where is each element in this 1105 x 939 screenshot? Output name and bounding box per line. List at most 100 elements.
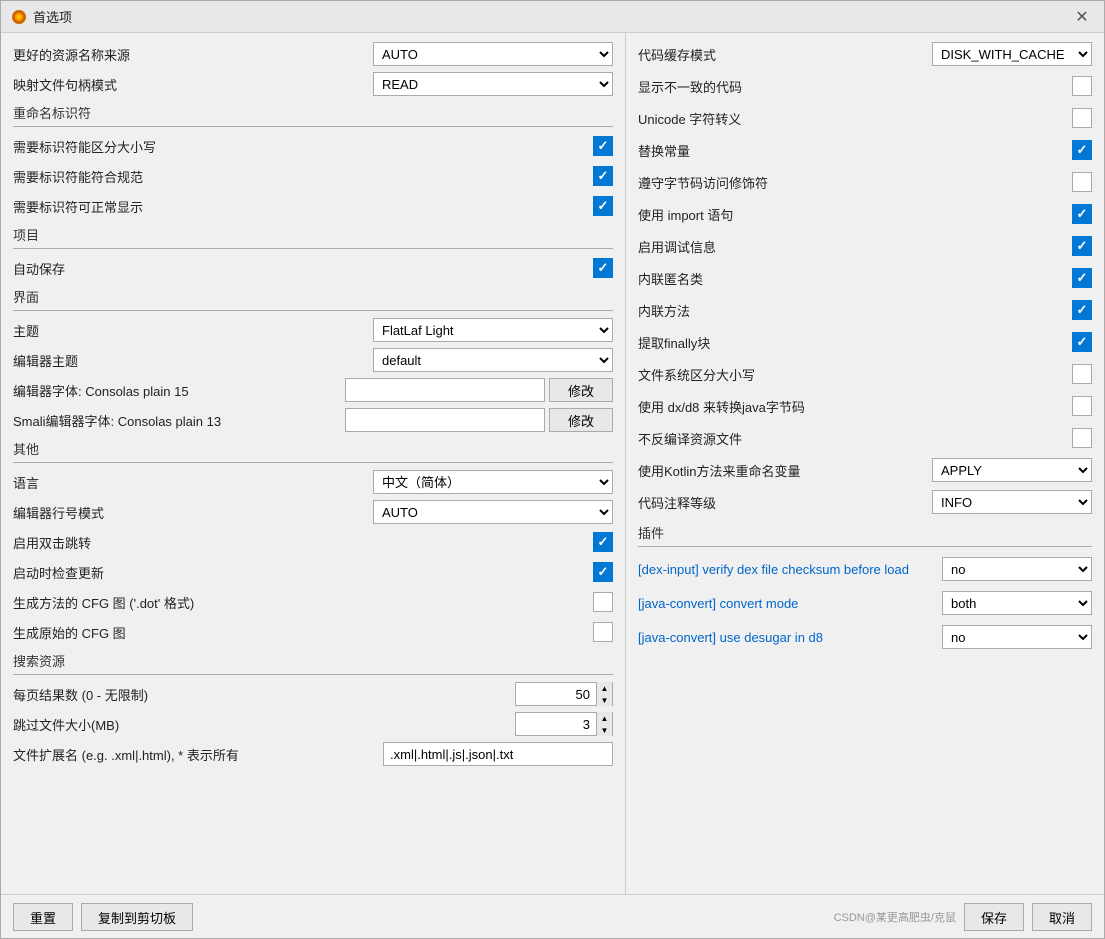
results-per-page-label: 每页结果数 (0 - 无限制) [13, 685, 193, 704]
cfg-raw-label: 生成原始的 CFG 图 [13, 623, 313, 642]
dex-input-label: [dex-input] verify dex file checksum bef… [638, 562, 942, 577]
debug-info-checkbox[interactable] [1072, 236, 1092, 256]
code-comment-row: 代码注释等级 INFO DEBUG WARN [638, 489, 1092, 515]
results-per-page-up[interactable]: ▲ [596, 682, 612, 694]
footer-left: 重置 复制到剪切板 [13, 903, 193, 931]
replace-const-label: 替换常量 [638, 141, 1072, 160]
editor-line-mode-label: 编辑器行号模式 [13, 503, 193, 522]
use-dx-control [1072, 396, 1092, 416]
auto-save-checkbox[interactable] [593, 258, 613, 278]
resource-name-source-select[interactable]: AUTO [373, 42, 613, 66]
fs-case-checkbox[interactable] [1072, 364, 1092, 384]
close-button[interactable]: ✕ [1070, 5, 1094, 29]
cfg-dot-row: 生成方法的 CFG 图 ('.dot' 格式) [13, 589, 613, 615]
cfg-raw-row: 生成原始的 CFG 图 [13, 619, 613, 645]
language-select[interactable]: 中文（简体） English [373, 470, 613, 494]
kotlin-rename-control: APPLY NEVER ALWAYS [932, 458, 1092, 482]
replace-const-checkbox[interactable] [1072, 140, 1092, 160]
results-per-page-input[interactable] [516, 683, 596, 705]
java-convert-desugar-label: [java-convert] use desugar in d8 [638, 630, 942, 645]
copy-button[interactable]: 复制到剪切板 [81, 903, 193, 931]
theme-label: 主题 [13, 321, 193, 340]
double-click-checkbox[interactable] [593, 532, 613, 552]
plugins-section-label: 插件 [638, 523, 1092, 542]
no-decompile-row: 不反编译资源文件 [638, 425, 1092, 451]
map-file-mode-select[interactable]: READ [373, 72, 613, 96]
no-decompile-control [1072, 428, 1092, 448]
fs-case-label: 文件系统区分大小写 [638, 365, 1072, 384]
use-import-row: 使用 import 语句 [638, 201, 1092, 227]
editor-line-mode-select[interactable]: AUTO RELATIVE NORMAL [373, 500, 613, 524]
code-cache-select[interactable]: DISK_WITH_CACHE MEMORY DISK [932, 42, 1092, 66]
skip-file-down[interactable]: ▼ [596, 724, 612, 736]
project-section-label: 项目 [13, 225, 613, 244]
unicode-escape-checkbox[interactable] [1072, 108, 1092, 128]
code-comment-select[interactable]: INFO DEBUG WARN [932, 490, 1092, 514]
rename-section-label: 重命名标识符 [13, 103, 613, 122]
skip-file-label: 跳过文件大小(MB) [13, 715, 193, 734]
java-convert-desugar-select[interactable]: no yes [942, 625, 1092, 649]
map-file-mode-row: 映射文件句柄模式 READ [13, 71, 613, 97]
reset-button[interactable]: 重置 [13, 903, 73, 931]
resource-name-source-row: 更好的资源名称来源 AUTO [13, 41, 613, 67]
footer-right: CSDN@某更高肥虫/克鼠 保存 取消 [834, 903, 1092, 931]
dex-input-select[interactable]: no yes [942, 557, 1092, 581]
preferences-window: 首选项 ✕ 更好的资源名称来源 AUTO 映射文件句柄模式 READ [0, 0, 1105, 939]
startup-check-label: 启动时检查更新 [13, 563, 313, 582]
unicode-escape-control [1072, 108, 1092, 128]
no-decompile-checkbox[interactable] [1072, 428, 1092, 448]
java-convert-desugar-control: no yes [942, 625, 1092, 649]
search-section-label: 搜索资源 [13, 651, 613, 670]
skip-file-up[interactable]: ▲ [596, 712, 612, 724]
show-inconsistent-row: 显示不一致的代码 [638, 73, 1092, 99]
code-cache-label: 代码缓存模式 [638, 45, 932, 64]
cfg-raw-checkbox[interactable] [593, 622, 613, 642]
java-convert-desugar-row: [java-convert] use desugar in d8 no yes [638, 623, 1092, 651]
rename-case-value [313, 136, 613, 156]
theme-row: 主题 FlatLaf Light FlatLaf Dark System [13, 317, 613, 343]
map-file-mode-value: READ [193, 72, 613, 96]
editor-theme-select[interactable]: default monokai [373, 348, 613, 372]
app-icon [11, 9, 27, 25]
rename-conform-row: 需要标识符能符合规范 [13, 163, 613, 189]
smali-font-btn[interactable]: 修改 [549, 408, 613, 432]
auto-save-label: 自动保存 [13, 259, 313, 278]
editor-theme-label: 编辑器主题 [13, 351, 193, 370]
use-dx-label: 使用 dx/d8 来转换java字节码 [638, 397, 1072, 416]
inline-anon-checkbox[interactable] [1072, 268, 1092, 288]
code-cache-row: 代码缓存模式 DISK_WITH_CACHE MEMORY DISK [638, 41, 1092, 67]
extensions-input[interactable] [383, 742, 613, 766]
startup-check-checkbox[interactable] [593, 562, 613, 582]
results-per-page-spinner: ▲ ▼ [596, 682, 612, 706]
window-title: 首选项 [33, 7, 1070, 26]
use-dx-checkbox[interactable] [1072, 396, 1092, 416]
skip-file-input[interactable] [516, 713, 596, 735]
cfg-dot-label: 生成方法的 CFG 图 ('.dot' 格式) [13, 593, 313, 612]
ui-section-label: 界面 [13, 287, 613, 306]
results-per-page-down[interactable]: ▼ [596, 694, 612, 706]
cfg-dot-checkbox[interactable] [593, 592, 613, 612]
extract-finally-checkbox[interactable] [1072, 332, 1092, 352]
rename-display-checkbox[interactable] [593, 196, 613, 216]
use-import-checkbox[interactable] [1072, 204, 1092, 224]
search-divider [13, 674, 613, 675]
inline-method-checkbox[interactable] [1072, 300, 1092, 320]
editor-font-btn[interactable]: 修改 [549, 378, 613, 402]
show-inconsistent-checkbox[interactable] [1072, 76, 1092, 96]
byte-access-checkbox[interactable] [1072, 172, 1092, 192]
editor-font-input[interactable] [345, 378, 545, 402]
theme-select[interactable]: FlatLaf Light FlatLaf Dark System [373, 318, 613, 342]
auto-save-value [313, 258, 613, 278]
java-convert-mode-select[interactable]: both java kotlin [942, 591, 1092, 615]
unicode-escape-row: Unicode 字符转义 [638, 105, 1092, 131]
kotlin-rename-select[interactable]: APPLY NEVER ALWAYS [932, 458, 1092, 482]
save-button[interactable]: 保存 [964, 903, 1024, 931]
rename-conform-checkbox[interactable] [593, 166, 613, 186]
unicode-escape-label: Unicode 字符转义 [638, 109, 1072, 128]
cancel-button[interactable]: 取消 [1032, 903, 1092, 931]
rename-case-checkbox[interactable] [593, 136, 613, 156]
cfg-raw-value [313, 622, 613, 642]
right-panel: 代码缓存模式 DISK_WITH_CACHE MEMORY DISK 显示不一致… [626, 33, 1104, 894]
smali-font-input[interactable] [345, 408, 545, 432]
rename-display-row: 需要标识符可正常显示 [13, 193, 613, 219]
